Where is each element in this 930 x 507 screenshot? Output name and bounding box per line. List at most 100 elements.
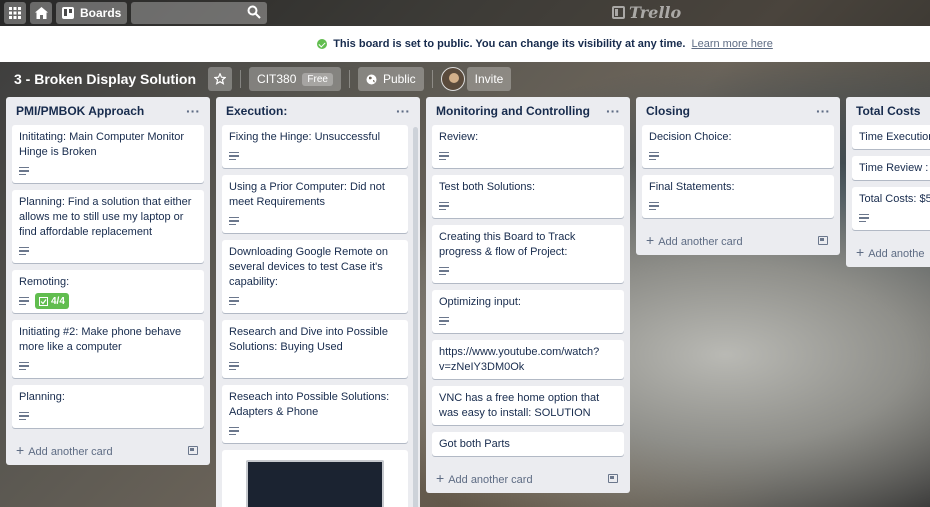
card-title: Review: — [439, 131, 479, 143]
card[interactable]: Planning: — [12, 385, 204, 428]
card[interactable]: Reseach into Possible Solutions: Adapter… — [222, 385, 408, 443]
team-button[interactable]: CIT380 Free — [249, 67, 341, 91]
card-title: Test both Solutions: — [439, 181, 536, 193]
plus-icon: + — [646, 232, 655, 248]
list-header[interactable]: Execution: ··· — [222, 97, 414, 125]
home-button[interactable] — [30, 2, 52, 24]
card[interactable]: Time Review : 1 — [852, 156, 930, 180]
boards-button[interactable]: Boards — [56, 2, 128, 24]
trello-logo[interactable]: Trello — [612, 3, 681, 22]
list-menu-icon[interactable]: ··· — [816, 104, 830, 118]
check-circle-icon — [317, 39, 328, 49]
board-title[interactable]: 3 - Broken Display Solution — [14, 71, 196, 87]
add-card-button[interactable]: + Add another card — [432, 463, 624, 493]
description-icon — [439, 151, 449, 161]
list-header[interactable]: Closing ··· — [642, 97, 834, 125]
description-icon — [229, 151, 239, 161]
list-menu-icon[interactable]: ··· — [606, 104, 620, 118]
list-title[interactable]: Monitoring and Controlling — [436, 104, 590, 118]
logo-text: Trello — [629, 3, 682, 22]
card-title: Final Statements: — [649, 181, 735, 193]
plus-icon: + — [16, 442, 25, 458]
add-card-button[interactable]: + Add anothe — [852, 237, 930, 267]
description-icon — [229, 296, 239, 306]
banner-message: This board is set to public. You can cha… — [333, 38, 686, 50]
card-title: https://www.youtube.com/watch?v=zNeIY3DM… — [439, 346, 600, 373]
card[interactable]: Review: — [432, 125, 624, 168]
list-title[interactable]: PMI/PMBOK Approach — [16, 104, 144, 118]
learn-more-link[interactable]: Learn more here — [691, 38, 772, 50]
list-header[interactable]: Total Costs — [852, 97, 930, 125]
description-icon — [229, 216, 239, 226]
description-icon — [649, 201, 659, 211]
card-template-icon[interactable] — [188, 445, 198, 455]
visibility-label: Public — [382, 72, 416, 86]
card[interactable]: Optimizing input: — [432, 290, 624, 333]
top-navigation-bar: Boards Trello — [0, 0, 930, 26]
card[interactable]: https://www.youtube.com/watch?v=zNeIY3DM… — [432, 340, 624, 379]
card-title: Got both Parts — [439, 438, 510, 450]
team-name: CIT380 — [257, 72, 297, 86]
card[interactable]: Creating this Board to Track progress & … — [432, 225, 624, 283]
visibility-button[interactable]: Public — [357, 67, 424, 91]
card-title: Time Execution: — [859, 131, 930, 143]
card-template-icon[interactable] — [608, 473, 618, 483]
card-title: Reseach into Possible Solutions: Adapter… — [229, 391, 390, 418]
card-title: Remoting: — [19, 276, 70, 288]
list-menu-icon[interactable]: ··· — [186, 104, 200, 118]
board-header: 3 - Broken Display Solution CIT380 Free … — [0, 62, 930, 96]
card-cover-image[interactable] — [222, 450, 408, 507]
card[interactable]: Total Costs: $55 — [852, 187, 930, 230]
checklist-count: 4/4 — [51, 295, 65, 307]
apps-grid-button[interactable] — [4, 2, 26, 24]
invite-button[interactable]: Invite — [466, 67, 512, 91]
description-icon — [19, 361, 29, 371]
description-icon — [439, 201, 449, 211]
card[interactable]: Planning: Find a solution that either al… — [12, 190, 204, 263]
list-title[interactable]: Closing — [646, 104, 690, 118]
card-template-icon[interactable] — [818, 235, 828, 245]
plan-badge: Free — [302, 72, 333, 86]
header-divider — [348, 70, 350, 88]
card[interactable]: Test both Solutions: — [432, 175, 624, 218]
add-card-button[interactable]: + Add another card — [12, 435, 204, 465]
card[interactable]: Remoting: 4/4 — [12, 270, 204, 313]
card[interactable]: Inititating: Main Computer Monitor Hinge… — [12, 125, 204, 183]
card[interactable]: Fixing the Hinge: Unsuccessful — [222, 125, 408, 168]
list-title[interactable]: Execution: — [226, 104, 287, 118]
card[interactable]: Time Execution: — [852, 125, 930, 149]
add-card-button[interactable]: + Add another card — [642, 225, 834, 255]
card[interactable]: VNC has a free home option that was easy… — [432, 386, 624, 425]
checklist-icon — [39, 296, 48, 306]
avatar[interactable] — [440, 67, 465, 91]
description-icon — [229, 426, 239, 436]
add-card-label: Add another card — [28, 446, 113, 458]
card-title: Creating this Board to Track progress & … — [439, 231, 576, 258]
plus-icon: + — [436, 470, 445, 486]
card[interactable]: Decision Choice: — [642, 125, 834, 168]
card-title: Total Costs: $55 — [859, 193, 930, 205]
search-input[interactable] — [131, 2, 268, 24]
list-header[interactable]: Monitoring and Controlling ··· — [432, 97, 624, 125]
card[interactable]: Using a Prior Computer: Did not meet Req… — [222, 175, 408, 233]
public-board-banner: This board is set to public. You can cha… — [0, 26, 930, 62]
star-button[interactable] — [208, 67, 233, 91]
card[interactable]: Research and Dive into Possible Solution… — [222, 320, 408, 378]
description-icon — [649, 151, 659, 161]
search-icon[interactable] — [247, 5, 262, 19]
checklist-badge: 4/4 — [35, 293, 69, 309]
card[interactable]: Got both Parts — [432, 432, 624, 456]
card[interactable]: Downloading Google Remote on several dev… — [222, 240, 408, 313]
card-title: Time Review : 1 — [859, 162, 930, 174]
card[interactable]: Final Statements: — [642, 175, 834, 218]
add-card-label: Add another card — [658, 236, 743, 248]
list-execution: Execution: ··· Fixing the Hinge: Unsucce… — [216, 97, 420, 507]
card[interactable]: Initiating #2: Make phone behave more li… — [12, 320, 204, 378]
card-title: Downloading Google Remote on several dev… — [229, 246, 388, 288]
add-card-label: Add another card — [448, 474, 533, 486]
card-title: Research and Dive into Possible Solution… — [229, 326, 388, 353]
list-scrollbar[interactable] — [413, 127, 418, 507]
list-title[interactable]: Total Costs — [856, 104, 920, 118]
list-menu-icon[interactable]: ··· — [396, 104, 410, 118]
list-header[interactable]: PMI/PMBOK Approach ··· — [12, 97, 204, 125]
